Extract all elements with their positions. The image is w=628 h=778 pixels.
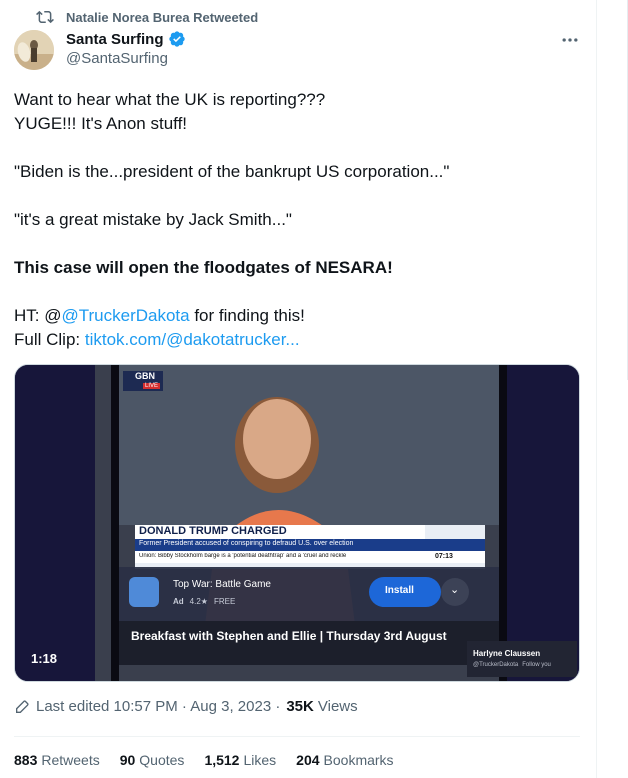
avatar[interactable]	[14, 30, 54, 70]
ht-suffix: for finding this!	[189, 306, 305, 325]
views-label: Views	[317, 698, 358, 715]
retweet-header-text: Natalie Norea Burea Retweeted	[66, 9, 259, 25]
stat-retweets[interactable]: 883 Retweets	[14, 752, 100, 768]
channel-logo: GBN	[135, 371, 155, 381]
views-count: 35K	[286, 698, 314, 715]
creator-tag: Follow you	[522, 662, 551, 668]
divider	[14, 736, 580, 737]
lower-third-headline: DONALD TRUMP CHARGED	[139, 525, 287, 537]
author-handle[interactable]: @SantaSurfing	[66, 50, 186, 67]
live-badge: LIVE	[143, 383, 161, 389]
video-caption: Breakfast with Stephen and Ellie | Thurs…	[131, 629, 447, 643]
video-duration: 1:18	[31, 651, 58, 666]
avatar-image	[14, 30, 54, 70]
ht-prefix: HT: @	[14, 306, 62, 325]
tweet-line-bold: This case will open the floodgates of NE…	[14, 258, 393, 277]
news-ticker: Union: Bibby Stockholm barge is a 'poten…	[139, 553, 347, 559]
stat-quotes[interactable]: 90 Quotes	[120, 752, 185, 768]
tweet-text: Want to hear what the UK is reporting???…	[14, 88, 584, 352]
more-options-button[interactable]	[560, 30, 580, 50]
lower-third-sub: Former President accused of conspiring t…	[139, 540, 354, 547]
edited-timestamp[interactable]: Last edited 10:57 PM · Aug 3, 2023 ·	[36, 698, 280, 715]
tweet-line: "Biden is the...president of the bankrup…	[14, 162, 450, 181]
tweet-line: "it's a great mistake by Jack Smith..."	[14, 210, 292, 229]
retweet-icon	[36, 10, 54, 24]
tweet-meta: Last edited 10:57 PM · Aug 3, 2023 · 35K…	[14, 698, 358, 715]
retweet-header[interactable]: Natalie Norea Burea Retweeted	[36, 8, 258, 26]
tweet-line: Want to hear what the UK is reporting???	[14, 90, 326, 109]
verified-badge-icon	[168, 31, 185, 47]
creator-name: Harlyne Claussen	[473, 649, 541, 658]
ad-price: FREE	[213, 597, 236, 606]
author-name[interactable]: Santa Surfing	[66, 31, 164, 48]
clip-prefix: Full Clip:	[14, 330, 85, 349]
timeline-divider	[596, 0, 597, 778]
ad-label: Ad	[173, 597, 184, 606]
tweet-line: YUGE!!! It's Anon stuff!	[14, 114, 188, 133]
more-dots-icon	[562, 38, 578, 42]
creator-meta: @TruckerDakota Follow you	[473, 662, 551, 668]
stat-bookmarks[interactable]: 204 Bookmarks	[296, 752, 393, 768]
ad-meta: Ad 4.2★ FREE	[173, 597, 235, 606]
ad-rating: 4.2★	[189, 597, 208, 606]
stat-likes[interactable]: 1,512 Likes	[204, 752, 276, 768]
author-block[interactable]: Santa Surfing @SantaSurfing	[66, 30, 186, 67]
clip-link[interactable]: tiktok.com/@dakotatrucker...	[85, 330, 300, 349]
tweet-line-clip: Full Clip: tiktok.com/@dakotatrucker...	[14, 328, 584, 352]
tweet-line-ht: HT: @@TruckerDakota for finding this!	[14, 304, 584, 328]
ad-install-button[interactable]: Install	[385, 585, 414, 596]
mention-link[interactable]: @TruckerDakota	[61, 306, 189, 325]
engagement-stats: 883 Retweets 90 Quotes 1,512 Likes 204 Bookm…	[14, 752, 414, 768]
video-player[interactable]: GBN LIVE DONALD TRUMP CHARGED Former Pre…	[14, 364, 580, 682]
ticker-time: 07:13	[435, 553, 453, 560]
edit-pencil-icon	[16, 699, 29, 713]
creator-handle: @TruckerDakota	[473, 662, 519, 668]
chevron-down-icon[interactable]: ⌄	[450, 583, 459, 596]
ad-title[interactable]: Top War: Battle Game	[173, 579, 271, 590]
